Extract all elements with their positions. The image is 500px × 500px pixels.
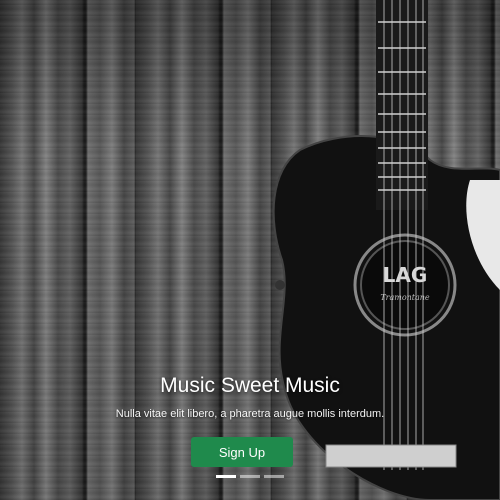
guitar-brand: Tramontane: [380, 293, 430, 302]
carousel-indicator-1[interactable]: [216, 475, 236, 478]
carousel-indicator-3[interactable]: [264, 475, 284, 478]
hero-carousel-slide: LAG Tramontane Music Sweet Music Nulla v…: [0, 0, 500, 500]
guitar-image: LAG Tramontane: [272, 0, 500, 500]
sign-up-button[interactable]: Sign Up: [191, 437, 293, 467]
hero-subtitle: Nulla vitae elit libero, a pharetra augu…: [115, 408, 385, 420]
hero-title: Music Sweet Music: [160, 374, 340, 397]
hero-caption: Music Sweet Music Nulla vitae elit liber…: [0, 374, 500, 420]
guitar-logo: LAG: [383, 263, 428, 287]
carousel-indicators: [0, 475, 500, 478]
carousel-indicator-2[interactable]: [240, 475, 260, 478]
